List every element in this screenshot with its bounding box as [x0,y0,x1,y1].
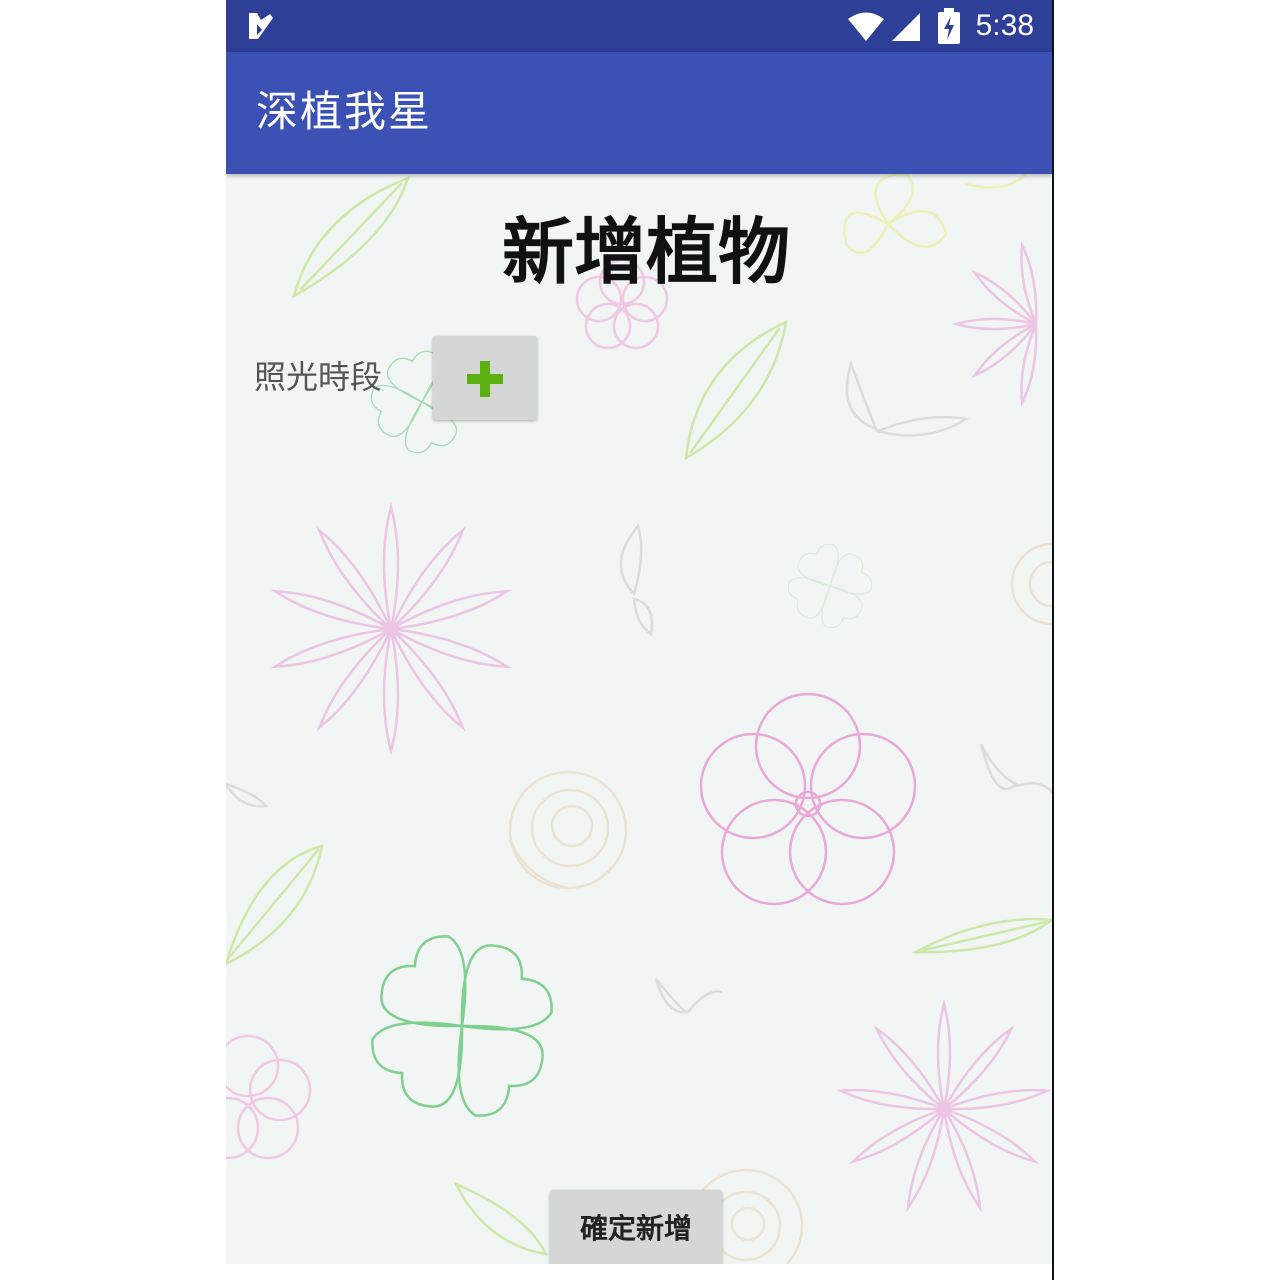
page-title: 新增植物 [501,210,790,294]
add-light-period-button[interactable] [433,336,537,420]
light-period-label: 照光時段 [254,358,383,396]
content-area: 新增植物 照光時段 確定新增 [226,174,1052,1268]
cell-signal-icon [892,13,920,41]
app-title: 深植我星 [256,87,433,136]
phone-screen: 5:38 深植我星 新增植物 照光時段 確定新增 [226,0,1054,1280]
confirm-add-button[interactable]: 確定新增 [550,1190,722,1268]
battery-charging-icon [938,8,960,44]
app-notification-icon [249,13,273,39]
app-bar: 深植我星 [226,52,1052,174]
bottom-strip [226,1264,1052,1280]
status-bar: 5:38 [226,0,1052,52]
status-time: 5:38 [975,9,1034,42]
wifi-icon [848,12,884,41]
floral-background [226,174,1052,1264]
